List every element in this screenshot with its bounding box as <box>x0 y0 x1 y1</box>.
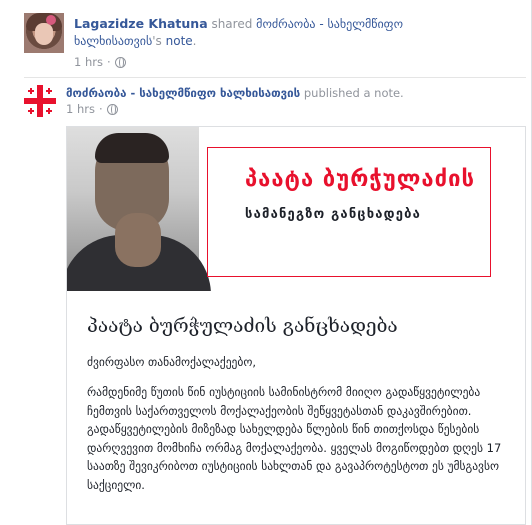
banner-title: პაატა ბურჭულაძის <box>245 167 475 192</box>
georgian-flag-icon[interactable] <box>24 85 56 117</box>
globe-icon[interactable] <box>106 103 118 115</box>
share-header: Lagazidze Khatuna shared მოძრაობა - სახე… <box>24 13 524 73</box>
period: . <box>192 34 197 48</box>
note-link[interactable]: note <box>166 34 193 48</box>
globe-icon[interactable] <box>114 56 126 68</box>
author-name-link[interactable]: Lagazidze Khatuna <box>74 16 208 31</box>
dot-separator: · <box>98 102 103 116</box>
note-card[interactable]: პაატა ბურჭულაძის სამანეგზო განცხადება პა… <box>66 126 526 525</box>
divider <box>24 77 526 78</box>
share-headline: Lagazidze Khatuna shared მოძრაობა - სახე… <box>74 15 494 50</box>
share-timestamp[interactable]: 1 hrs <box>74 55 103 69</box>
author-avatar[interactable] <box>24 13 64 53</box>
published-header: მოძრაობა - სახელმწიფო ხალხისათვის publis… <box>24 85 524 119</box>
dot-separator: · <box>106 55 111 69</box>
publisher-page-link[interactable]: მოძრაობა - სახელმწიფო ხალხისათვის <box>66 86 300 100</box>
note-title[interactable]: პაატა ბურჭულაძის განცხადება <box>87 315 398 337</box>
published-verb: published a note. <box>303 86 404 100</box>
banner-subtitle: სამანეგზო განცხადება <box>245 207 422 222</box>
share-verb: shared <box>211 17 253 31</box>
published-timestamp[interactable]: 1 hrs <box>66 102 95 116</box>
published-meta: 1 hrs · <box>66 102 118 116</box>
published-headline: მოძრაობა - სახელმწიფო ხალხისათვის publis… <box>66 85 404 101</box>
note-cover-banner[interactable]: პაატა ბურჭულაძის სამანეგზო განცხადება <box>67 127 525 291</box>
note-greeting: ძვირფასო თანამოქალაქეებო, <box>87 355 257 369</box>
share-meta: 1 hrs · <box>74 55 126 69</box>
cover-photo <box>67 127 211 291</box>
shared-note-story: Lagazidze Khatuna shared მოძრაობა - სახე… <box>0 0 532 525</box>
possessive: 's <box>152 34 162 48</box>
note-body: რამდენიმე წუთის წინ იუსტიციის სამინისტრო… <box>87 385 502 492</box>
